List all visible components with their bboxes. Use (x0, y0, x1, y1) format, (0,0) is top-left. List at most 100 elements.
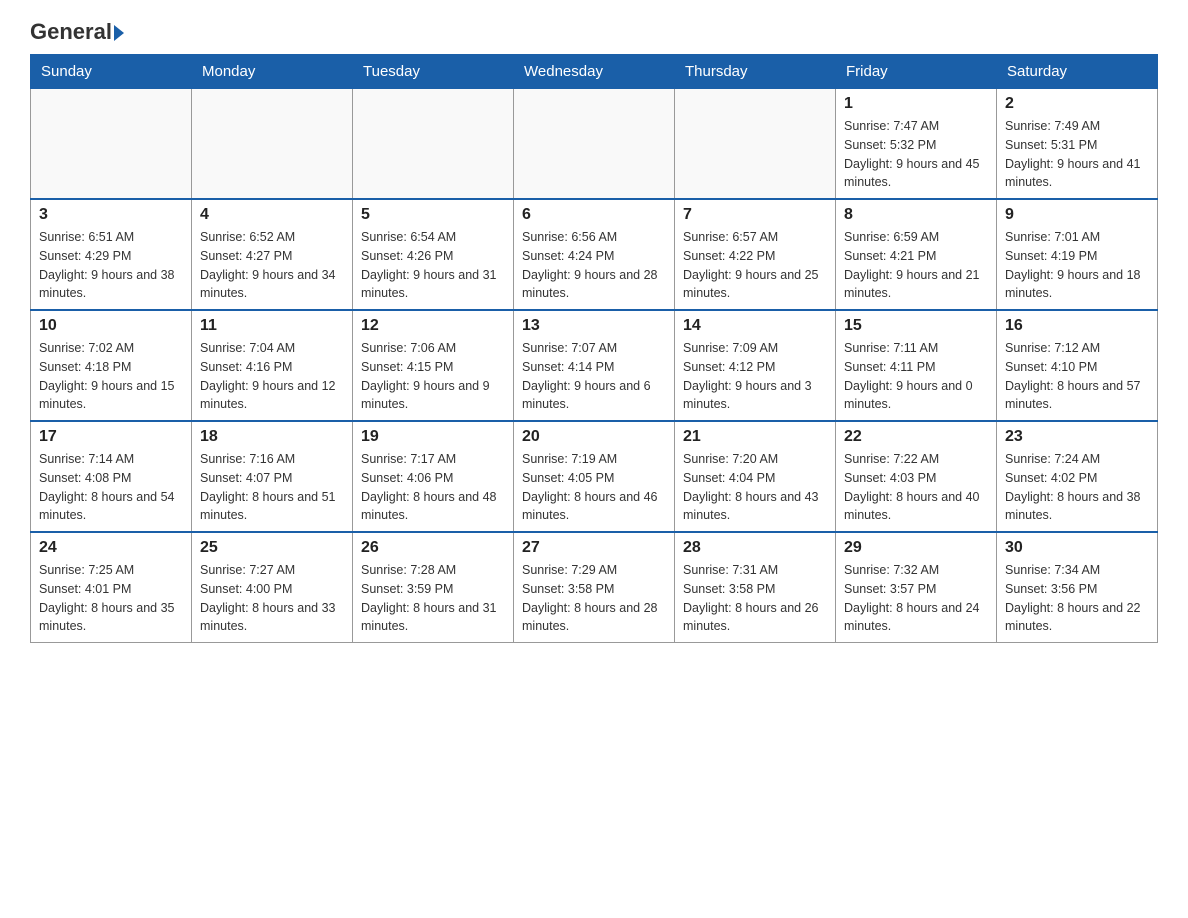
day-info: Sunrise: 7:29 AMSunset: 3:58 PMDaylight:… (522, 561, 666, 636)
day-number: 15 (844, 317, 988, 335)
day-number: 12 (361, 317, 505, 335)
day-number: 11 (200, 317, 344, 335)
calendar-cell: 25 Sunrise: 7:27 AMSunset: 4:00 PMDayligh… (192, 532, 353, 643)
day-number: 9 (1005, 206, 1149, 224)
page-header: General (30, 20, 1158, 44)
logo-general: General (30, 20, 124, 44)
calendar-cell: 10 Sunrise: 7:02 AMSunset: 4:18 PMDayligh… (31, 310, 192, 421)
day-number: 24 (39, 539, 183, 557)
calendar-cell: 18Sunrise: 7:16 AMSunset: 4:07 PMDayligh… (192, 421, 353, 532)
calendar-cell: 12Sunrise: 7:06 AMSunset: 4:15 PMDayligh… (353, 310, 514, 421)
day-info: Sunrise: 7:34 AMSunset: 3:56 PMDaylight:… (1005, 561, 1149, 636)
calendar-cell: 11 Sunrise: 7:04 AMSunset: 4:16 PMDayligh… (192, 310, 353, 421)
calendar-header-row: SundayMondayTuesdayWednesdayThursdayFrid… (31, 55, 1158, 89)
calendar-cell: 13 Sunrise: 7:07 AMSunset: 4:14 PMDayligh… (514, 310, 675, 421)
calendar-cell: 8 Sunrise: 6:59 AMSunset: 4:21 PMDaylight… (836, 199, 997, 310)
day-info: Sunrise: 7:47 AMSunset: 5:32 PMDaylight:… (844, 117, 988, 192)
calendar-cell: 26 Sunrise: 7:28 AMSunset: 3:59 PMDayligh… (353, 532, 514, 643)
calendar-cell: 2Sunrise: 7:49 AMSunset: 5:31 PMDaylight… (997, 89, 1158, 200)
calendar-cell: 7Sunrise: 6:57 AMSunset: 4:22 PMDaylight… (675, 199, 836, 310)
day-info: Sunrise: 7:24 AMSunset: 4:02 PMDaylight:… (1005, 450, 1149, 525)
day-info: Sunrise: 7:14 AMSunset: 4:08 PMDaylight:… (39, 450, 183, 525)
day-number: 14 (683, 317, 827, 335)
column-header-friday: Friday (836, 55, 997, 89)
day-number: 16 (1005, 317, 1149, 335)
day-info: Sunrise: 6:59 AMSunset: 4:21 PMDaylight:… (844, 228, 988, 303)
day-number: 25 (200, 539, 344, 557)
calendar-cell: 15 Sunrise: 7:11 AMSunset: 4:11 PMDayligh… (836, 310, 997, 421)
column-header-thursday: Thursday (675, 55, 836, 89)
column-header-monday: Monday (192, 55, 353, 89)
day-number: 17 (39, 428, 183, 446)
calendar-cell: 29Sunrise: 7:32 AMSunset: 3:57 PMDayligh… (836, 532, 997, 643)
calendar-cell: 17 Sunrise: 7:14 AMSunset: 4:08 PMDayligh… (31, 421, 192, 532)
day-info: Sunrise: 7:28 AMSunset: 3:59 PMDaylight:… (361, 561, 505, 636)
day-info: Sunrise: 6:51 AMSunset: 4:29 PMDaylight:… (39, 228, 183, 303)
calendar-table: SundayMondayTuesdayWednesdayThursdayFrid… (30, 54, 1158, 643)
calendar-cell: 22 Sunrise: 7:22 AMSunset: 4:03 PMDayligh… (836, 421, 997, 532)
calendar-cell: 30 Sunrise: 7:34 AMSunset: 3:56 PMDayligh… (997, 532, 1158, 643)
day-number: 5 (361, 206, 505, 224)
day-info: Sunrise: 7:22 AMSunset: 4:03 PMDaylight:… (844, 450, 988, 525)
logo: General (30, 20, 124, 44)
calendar-cell (192, 89, 353, 200)
day-number: 27 (522, 539, 666, 557)
day-info: Sunrise: 6:52 AMSunset: 4:27 PMDaylight:… (200, 228, 344, 303)
day-number: 7 (683, 206, 827, 224)
column-header-saturday: Saturday (997, 55, 1158, 89)
calendar-cell: 19 Sunrise: 7:17 AMSunset: 4:06 PMDayligh… (353, 421, 514, 532)
day-number: 26 (361, 539, 505, 557)
calendar-cell: 21 Sunrise: 7:20 AMSunset: 4:04 PMDayligh… (675, 421, 836, 532)
day-info: Sunrise: 7:25 AMSunset: 4:01 PMDaylight:… (39, 561, 183, 636)
calendar-cell: 14 Sunrise: 7:09 AMSunset: 4:12 PMDayligh… (675, 310, 836, 421)
calendar-cell: 20Sunrise: 7:19 AMSunset: 4:05 PMDayligh… (514, 421, 675, 532)
day-info: Sunrise: 7:17 AMSunset: 4:06 PMDaylight:… (361, 450, 505, 525)
column-header-tuesday: Tuesday (353, 55, 514, 89)
day-number: 29 (844, 539, 988, 557)
column-header-wednesday: Wednesday (514, 55, 675, 89)
calendar-cell (675, 89, 836, 200)
day-number: 22 (844, 428, 988, 446)
day-number: 8 (844, 206, 988, 224)
calendar-cell: 3 Sunrise: 6:51 AMSunset: 4:29 PMDaylight… (31, 199, 192, 310)
calendar-cell (514, 89, 675, 200)
day-number: 13 (522, 317, 666, 335)
day-info: Sunrise: 7:07 AMSunset: 4:14 PMDaylight:… (522, 339, 666, 414)
day-info: Sunrise: 7:16 AMSunset: 4:07 PMDaylight:… (200, 450, 344, 525)
day-info: Sunrise: 7:04 AMSunset: 4:16 PMDaylight:… (200, 339, 344, 414)
calendar-cell: 16 Sunrise: 7:12 AMSunset: 4:10 PMDayligh… (997, 310, 1158, 421)
day-info: Sunrise: 6:56 AMSunset: 4:24 PMDaylight:… (522, 228, 666, 303)
day-info: Sunrise: 7:09 AMSunset: 4:12 PMDaylight:… (683, 339, 827, 414)
day-info: Sunrise: 7:02 AMSunset: 4:18 PMDaylight:… (39, 339, 183, 414)
day-number: 2 (1005, 95, 1149, 113)
day-number: 30 (1005, 539, 1149, 557)
calendar-cell: 5 Sunrise: 6:54 AMSunset: 4:26 PMDaylight… (353, 199, 514, 310)
day-info: Sunrise: 6:54 AMSunset: 4:26 PMDaylight:… (361, 228, 505, 303)
calendar-week-row: 10 Sunrise: 7:02 AMSunset: 4:18 PMDayligh… (31, 310, 1158, 421)
day-number: 28 (683, 539, 827, 557)
calendar-cell (31, 89, 192, 200)
logo-arrow-icon (114, 25, 124, 41)
day-number: 4 (200, 206, 344, 224)
day-info: Sunrise: 7:27 AMSunset: 4:00 PMDaylight:… (200, 561, 344, 636)
day-info: Sunrise: 7:31 AMSunset: 3:58 PMDaylight:… (683, 561, 827, 636)
calendar-cell: 23Sunrise: 7:24 AMSunset: 4:02 PMDayligh… (997, 421, 1158, 532)
calendar-cell: 28 Sunrise: 7:31 AMSunset: 3:58 PMDayligh… (675, 532, 836, 643)
day-number: 20 (522, 428, 666, 446)
day-number: 10 (39, 317, 183, 335)
column-header-sunday: Sunday (31, 55, 192, 89)
calendar-cell: 27 Sunrise: 7:29 AMSunset: 3:58 PMDayligh… (514, 532, 675, 643)
day-number: 19 (361, 428, 505, 446)
day-info: Sunrise: 7:12 AMSunset: 4:10 PMDaylight:… (1005, 339, 1149, 414)
calendar-cell: 24 Sunrise: 7:25 AMSunset: 4:01 PMDayligh… (31, 532, 192, 643)
calendar-cell: 1Sunrise: 7:47 AMSunset: 5:32 PMDaylight… (836, 89, 997, 200)
day-number: 3 (39, 206, 183, 224)
calendar-week-row: 17 Sunrise: 7:14 AMSunset: 4:08 PMDayligh… (31, 421, 1158, 532)
day-info: Sunrise: 7:20 AMSunset: 4:04 PMDaylight:… (683, 450, 827, 525)
day-number: 21 (683, 428, 827, 446)
day-info: Sunrise: 7:11 AMSunset: 4:11 PMDaylight:… (844, 339, 988, 414)
day-number: 6 (522, 206, 666, 224)
calendar-week-row: 1Sunrise: 7:47 AMSunset: 5:32 PMDaylight… (31, 89, 1158, 200)
calendar-cell: 4 Sunrise: 6:52 AMSunset: 4:27 PMDaylight… (192, 199, 353, 310)
calendar-cell: 6 Sunrise: 6:56 AMSunset: 4:24 PMDaylight… (514, 199, 675, 310)
